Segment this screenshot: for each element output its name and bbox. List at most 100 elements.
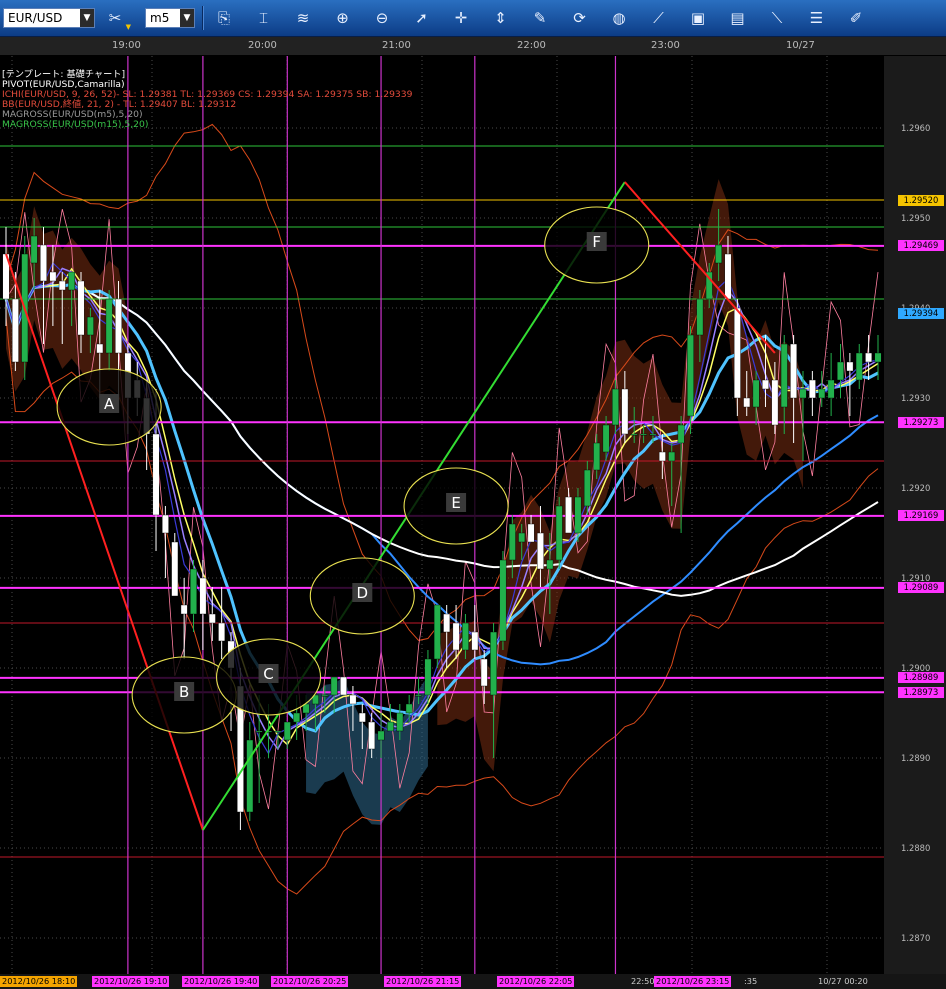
candle-body (161, 514, 169, 534)
layers-icon[interactable]: ☰ (805, 6, 829, 30)
candle-body (368, 721, 376, 750)
candle-body (546, 559, 554, 570)
candle-body (199, 577, 207, 615)
date-axis-label: 2012/10/26 19:40 (182, 976, 260, 987)
zoom-out-icon[interactable]: ⊖ (370, 6, 394, 30)
image-icon[interactable]: ▣ (686, 6, 710, 30)
candle-body (733, 307, 741, 399)
crosshair-icon[interactable]: ✛ (449, 6, 473, 30)
chevron-down-icon[interactable]: ▼ (80, 9, 94, 27)
y-tick-label: 1.2960 (901, 123, 930, 133)
candle-body (471, 631, 479, 651)
candle-body (780, 343, 788, 408)
candle-body (865, 352, 873, 363)
candle-body (293, 712, 301, 723)
symbol-value: EUR/USD (8, 11, 63, 25)
candle-body (621, 388, 629, 435)
candle-body (790, 343, 798, 399)
candle-body (208, 613, 216, 624)
candle-body (58, 280, 66, 291)
candle-body (86, 316, 94, 336)
annotation-label: D (357, 584, 369, 602)
annotation-label: B (179, 683, 189, 701)
time-axis-label: 20:00 (248, 40, 277, 51)
candle-body (443, 613, 451, 633)
candle-body (30, 235, 38, 264)
candle-body (115, 298, 122, 354)
legend-entry: MAGROSS(EUR/USD(m15),5,20) (2, 119, 149, 130)
candle-body (574, 496, 582, 534)
period-separator-icon[interactable]: ⇕ (489, 6, 513, 30)
annotation-label: F (592, 233, 601, 251)
candle-body (330, 676, 338, 696)
candle-body (808, 379, 816, 399)
candle-body (743, 397, 751, 408)
candle-body (827, 379, 835, 399)
candle-body (837, 361, 844, 381)
candle-body (508, 523, 516, 561)
timeframe-value: m5 (150, 11, 170, 25)
candle-body (462, 622, 469, 651)
price-badge: 1.29089 (898, 582, 944, 594)
candle-body (490, 631, 497, 696)
time-axis-label: 19:00 (112, 40, 141, 51)
clone-chart-icon[interactable]: ⎘ (212, 6, 236, 30)
y-tick-label: 1.2870 (901, 933, 930, 943)
candle-body (377, 730, 385, 741)
globe-icon[interactable]: ◍ (607, 6, 631, 30)
edit-chart-icon[interactable]: ✎ (528, 6, 552, 30)
ruler-icon[interactable]: ⟋ (647, 6, 671, 30)
date-axis-label: 2012/10/26 21:15 (384, 976, 462, 987)
refresh-icon[interactable]: ⟳ (568, 6, 592, 30)
candle-body (405, 703, 413, 714)
candle-body (640, 433, 647, 436)
timeframe-select[interactable]: m5 ▼ (145, 8, 195, 28)
candle-body (527, 523, 535, 543)
candle-body (752, 379, 760, 408)
toolbar: EUR/USD ▼ ✂ ▼ m5 ▼ ⎘ ⌶ ≋ ⊕ ⊖ ➚ ✛ ⇕ ✎ ⟳ ◍ ⟋ ▣ ▤ ⟍ ☰ ✐ (0, 0, 946, 37)
candle-body (687, 334, 694, 417)
line-chart-icon[interactable]: ≋ (291, 6, 315, 30)
time-axis: 19:00 20:00 21:00 22:00 23:00 10/27 (0, 37, 946, 56)
candle-body (190, 568, 197, 615)
price-chart[interactable]: ABCDEF1.29601.29501.29401.29301.29201.29… (0, 56, 946, 974)
candle-body (480, 658, 488, 687)
candle-body (283, 721, 291, 741)
date-axis-label: 22:50 (629, 976, 657, 987)
zoom-in-icon[interactable]: ⊕ (331, 6, 355, 30)
candle-body (246, 739, 254, 813)
symbol-select[interactable]: EUR/USD ▼ (3, 8, 95, 28)
chevron-down-icon[interactable]: ▼ (180, 9, 194, 27)
candle-body (602, 424, 610, 453)
price-badge: 1.28989 (898, 672, 944, 684)
y-tick-label: 1.2920 (901, 483, 930, 493)
draw-line-icon[interactable]: ⟍ (765, 6, 789, 30)
candle-body (255, 730, 263, 733)
pen-icon[interactable]: ✐ (844, 6, 868, 30)
candle-body (11, 298, 19, 363)
candle-body (274, 730, 282, 733)
y-tick-label: 1.2950 (901, 213, 930, 223)
price-badge: 1.29469 (898, 240, 944, 252)
candle-body (396, 712, 404, 732)
candle-body (555, 505, 563, 561)
candle-body (855, 352, 863, 381)
candle-body (424, 658, 432, 696)
candle-body (696, 298, 704, 336)
annotation-label: E (451, 494, 460, 512)
candle-style-icon[interactable]: ⌶ (252, 6, 276, 30)
settings-icon[interactable]: ✂ ▼ (103, 6, 131, 31)
candle-body (340, 676, 347, 696)
date-axis-label: 2012/10/26 19:10 (92, 976, 170, 987)
candle-body (537, 532, 544, 570)
price-badge: 1.29169 (898, 510, 944, 522)
price-badge: 1.29394 (898, 307, 944, 319)
cursor-icon[interactable]: ➚ (410, 6, 434, 30)
date-axis-label: 2012/10/26 22:05 (497, 976, 575, 987)
candle-body (612, 388, 619, 426)
candle-body (433, 604, 441, 660)
candle-body (583, 469, 591, 507)
candle-body (762, 379, 769, 390)
price-badge: 1.29273 (898, 416, 944, 428)
screenshot-icon[interactable]: ▤ (726, 6, 750, 30)
